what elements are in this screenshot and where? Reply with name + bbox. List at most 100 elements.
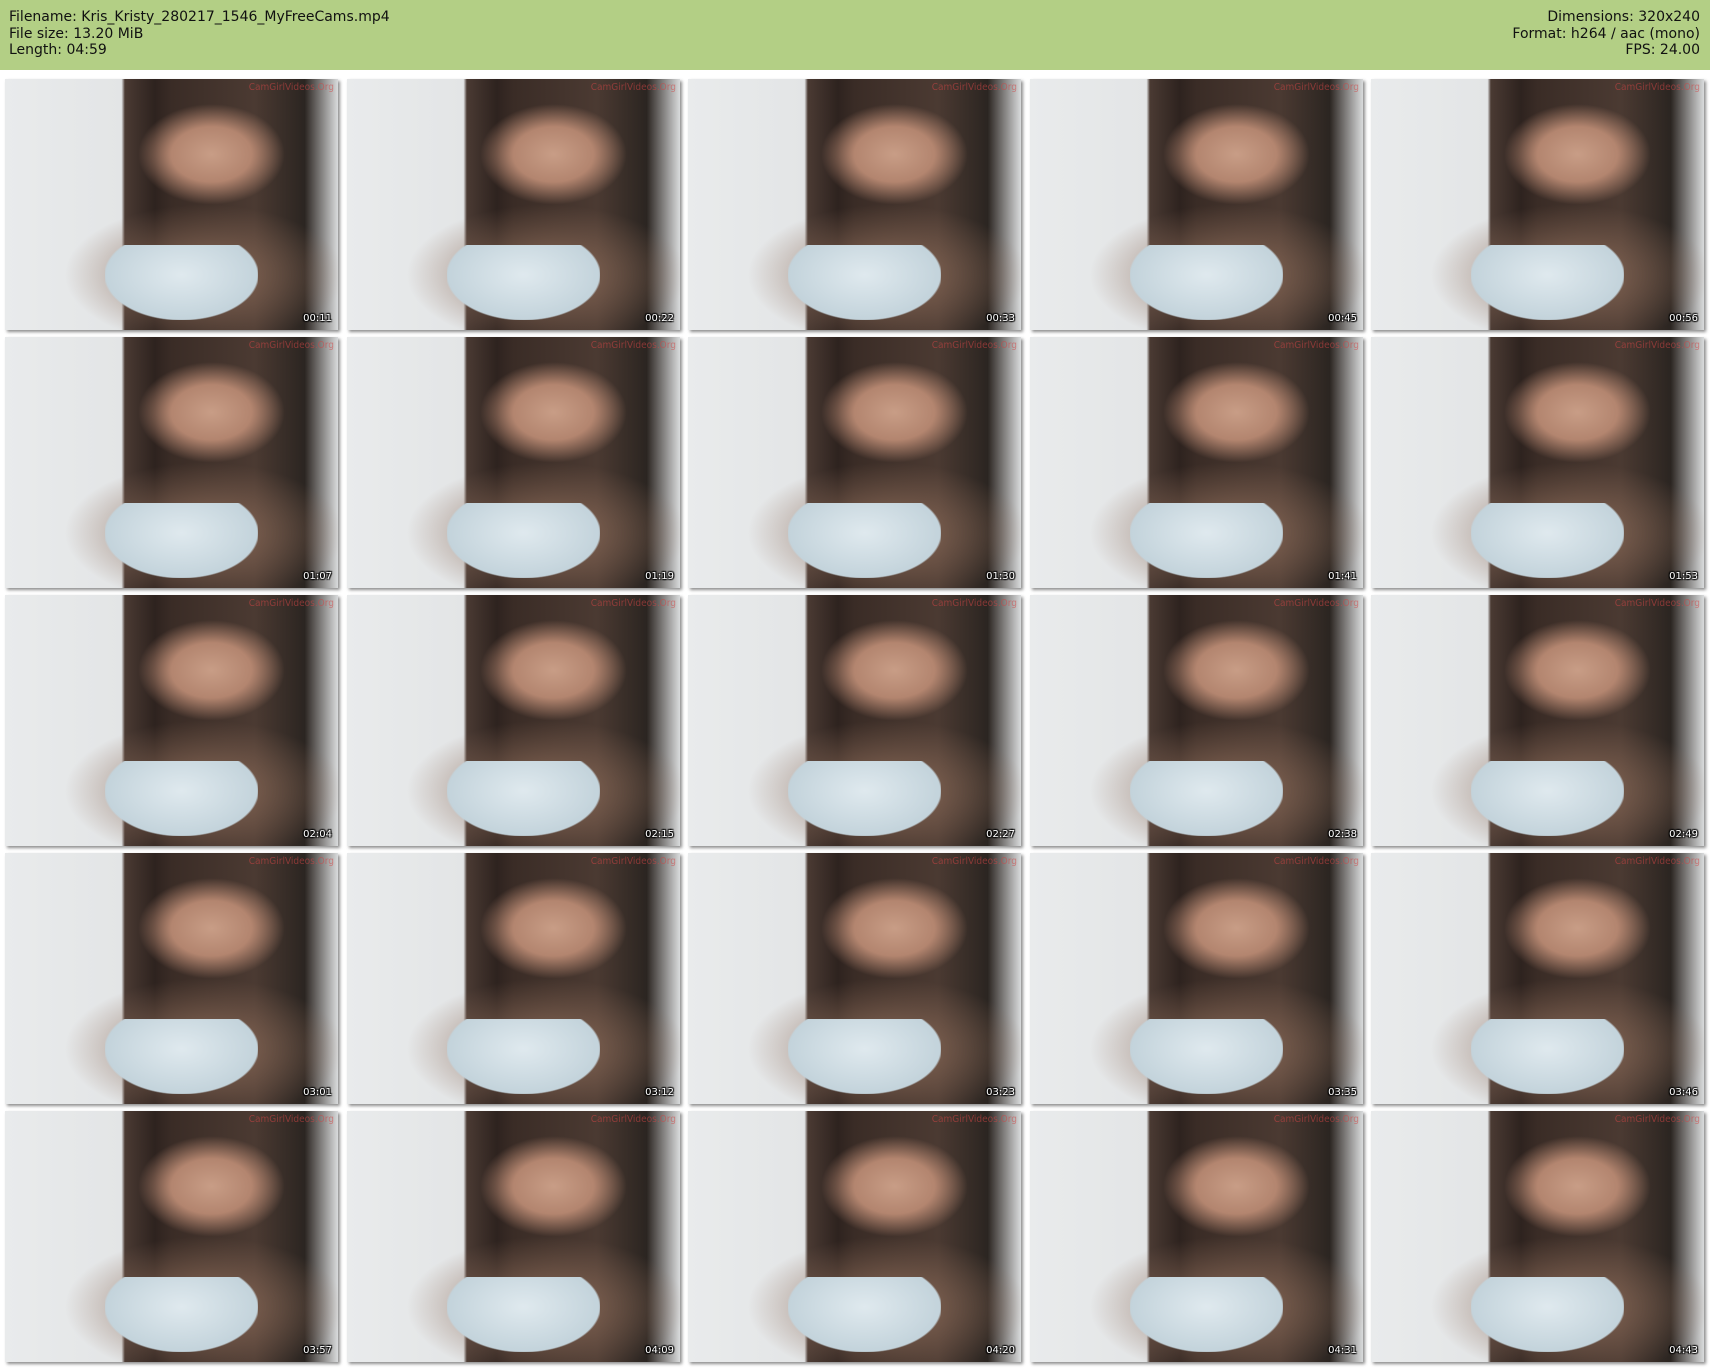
timestamp-label: 03:23 — [986, 1087, 1015, 1098]
timestamp-label: 00:45 — [1328, 313, 1357, 324]
frame-image-shape — [1129, 1018, 1284, 1094]
fps-text: FPS: 24.00 — [1625, 42, 1700, 58]
video-frame-thumbnail: CamGirlVideos.Org 01:53 — [1371, 337, 1704, 588]
watermark-text: CamGirlVideos.Org — [1273, 598, 1359, 609]
video-frame-thumbnail: CamGirlVideos.Org 04:31 — [1030, 1111, 1363, 1362]
video-frame-thumbnail: CamGirlVideos.Org 00:45 — [1030, 79, 1363, 330]
frame-image-shape — [446, 244, 601, 320]
frame-image-shape — [1470, 244, 1625, 320]
watermark-text: CamGirlVideos.Org — [931, 340, 1017, 351]
dimensions-text: Dimensions: 320x240 — [1547, 9, 1700, 25]
watermark-text: CamGirlVideos.Org — [248, 598, 334, 609]
video-frame-thumbnail: CamGirlVideos.Org 00:22 — [347, 79, 680, 330]
video-frame-thumbnail: CamGirlVideos.Org 01:19 — [347, 337, 680, 588]
video-frame-thumbnail: CamGirlVideos.Org 02:04 — [5, 595, 338, 846]
video-frame-thumbnail: CamGirlVideos.Org 01:07 — [5, 337, 338, 588]
watermark-text: CamGirlVideos.Org — [590, 598, 676, 609]
timestamp-label: 00:22 — [645, 313, 674, 324]
timestamp-label: 04:20 — [986, 1345, 1015, 1356]
watermark-text: CamGirlVideos.Org — [590, 1114, 676, 1125]
timestamp-label: 04:31 — [1328, 1345, 1357, 1356]
frame-image-shape — [446, 1018, 601, 1094]
frame-image-shape — [446, 502, 601, 578]
frame-image-shape — [787, 760, 942, 836]
watermark-text: CamGirlVideos.Org — [1273, 82, 1359, 93]
video-frame-thumbnail: CamGirlVideos.Org 00:33 — [688, 79, 1021, 330]
frame-image-shape — [104, 760, 259, 836]
frame-image-shape — [1129, 1276, 1284, 1352]
format-text: Format: h264 / aac (mono) — [1512, 25, 1700, 42]
video-frame-thumbnail: CamGirlVideos.Org 03:35 — [1030, 853, 1363, 1104]
timestamp-label: 04:09 — [645, 1345, 674, 1356]
timestamp-label: 02:49 — [1669, 829, 1698, 840]
watermark-text: CamGirlVideos.Org — [248, 340, 334, 351]
frame-image-shape — [1129, 760, 1284, 836]
watermark-text: CamGirlVideos.Org — [931, 598, 1017, 609]
watermark-text: CamGirlVideos.Org — [1273, 1114, 1359, 1125]
timestamp-label: 01:41 — [1328, 571, 1357, 582]
video-frame-thumbnail: CamGirlVideos.Org 02:27 — [688, 595, 1021, 846]
timestamp-label: 03:57 — [303, 1345, 332, 1356]
watermark-text: CamGirlVideos.Org — [931, 856, 1017, 867]
watermark-text: CamGirlVideos.Org — [1273, 856, 1359, 867]
watermark-text: CamGirlVideos.Org — [931, 82, 1017, 93]
timestamp-label: 00:56 — [1669, 313, 1698, 324]
video-frame-thumbnail: CamGirlVideos.Org 03:01 — [5, 853, 338, 1104]
frame-image-shape — [1470, 1018, 1625, 1094]
watermark-text: CamGirlVideos.Org — [1614, 598, 1700, 609]
frame-image-shape — [104, 1276, 259, 1352]
watermark-text: CamGirlVideos.Org — [1614, 1114, 1700, 1125]
timestamp-label: 03:01 — [303, 1087, 332, 1098]
frame-image-shape — [1470, 760, 1625, 836]
video-frame-thumbnail: CamGirlVideos.Org 02:49 — [1371, 595, 1704, 846]
timestamp-label: 02:38 — [1328, 829, 1357, 840]
timestamp-label: 03:35 — [1328, 1087, 1357, 1098]
thumbnail-grid: CamGirlVideos.Org 00:11 CamGirlVideos.Org 0… — [5, 79, 1705, 1365]
video-frame-thumbnail: CamGirlVideos.Org 03:57 — [5, 1111, 338, 1362]
frame-image-shape — [787, 244, 942, 320]
info-header: Filename: Kris_Kristy_280217_1546_MyFree… — [0, 0, 1710, 70]
video-frame-thumbnail: CamGirlVideos.Org 01:41 — [1030, 337, 1363, 588]
video-frame-thumbnail: CamGirlVideos.Org 03:23 — [688, 853, 1021, 1104]
timestamp-label: 03:46 — [1669, 1087, 1698, 1098]
watermark-text: CamGirlVideos.Org — [248, 856, 334, 867]
timestamp-label: 00:33 — [986, 313, 1015, 324]
watermark-text: CamGirlVideos.Org — [590, 82, 676, 93]
video-frame-thumbnail: CamGirlVideos.Org 04:43 — [1371, 1111, 1704, 1362]
timestamp-label: 04:43 — [1669, 1345, 1698, 1356]
frame-image-shape — [446, 1276, 601, 1352]
video-frame-thumbnail: CamGirlVideos.Org 03:46 — [1371, 853, 1704, 1104]
frame-image-shape — [1129, 244, 1284, 320]
frame-image-shape — [787, 1018, 942, 1094]
watermark-text: CamGirlVideos.Org — [1273, 340, 1359, 351]
frame-image-shape — [787, 1276, 942, 1352]
video-frame-thumbnail: CamGirlVideos.Org 04:09 — [347, 1111, 680, 1362]
video-frame-thumbnail: CamGirlVideos.Org 03:12 — [347, 853, 680, 1104]
file-info-left: Filename: Kris_Kristy_280217_1546_MyFree… — [9, 9, 390, 59]
frame-image-shape — [1129, 502, 1284, 578]
watermark-text: CamGirlVideos.Org — [1614, 82, 1700, 93]
watermark-text: CamGirlVideos.Org — [590, 856, 676, 867]
timestamp-label: 01:30 — [986, 571, 1015, 582]
frame-image-shape — [1470, 502, 1625, 578]
timestamp-label: 01:07 — [303, 571, 332, 582]
frame-image-shape — [104, 244, 259, 320]
timestamp-label: 02:04 — [303, 829, 332, 840]
watermark-text: CamGirlVideos.Org — [1614, 856, 1700, 867]
frame-image-shape — [104, 502, 259, 578]
watermark-text: CamGirlVideos.Org — [931, 1114, 1017, 1125]
timestamp-label: 02:15 — [645, 829, 674, 840]
length-text: Length: 04:59 — [9, 42, 107, 58]
timestamp-label: 03:12 — [645, 1087, 674, 1098]
timestamp-label: 01:19 — [645, 571, 674, 582]
video-frame-thumbnail: CamGirlVideos.Org 04:20 — [688, 1111, 1021, 1362]
watermark-text: CamGirlVideos.Org — [248, 82, 334, 93]
file-info-right: Dimensions: 320x240 Format: h264 / aac (… — [1512, 9, 1700, 59]
video-frame-thumbnail: CamGirlVideos.Org 00:11 — [5, 79, 338, 330]
video-frame-thumbnail: CamGirlVideos.Org 02:38 — [1030, 595, 1363, 846]
frame-image-shape — [104, 1018, 259, 1094]
filename-text: Filename: Kris_Kristy_280217_1546_MyFree… — [9, 9, 390, 25]
video-frame-thumbnail: CamGirlVideos.Org 02:15 — [347, 595, 680, 846]
watermark-text: CamGirlVideos.Org — [1614, 340, 1700, 351]
watermark-text: CamGirlVideos.Org — [590, 340, 676, 351]
